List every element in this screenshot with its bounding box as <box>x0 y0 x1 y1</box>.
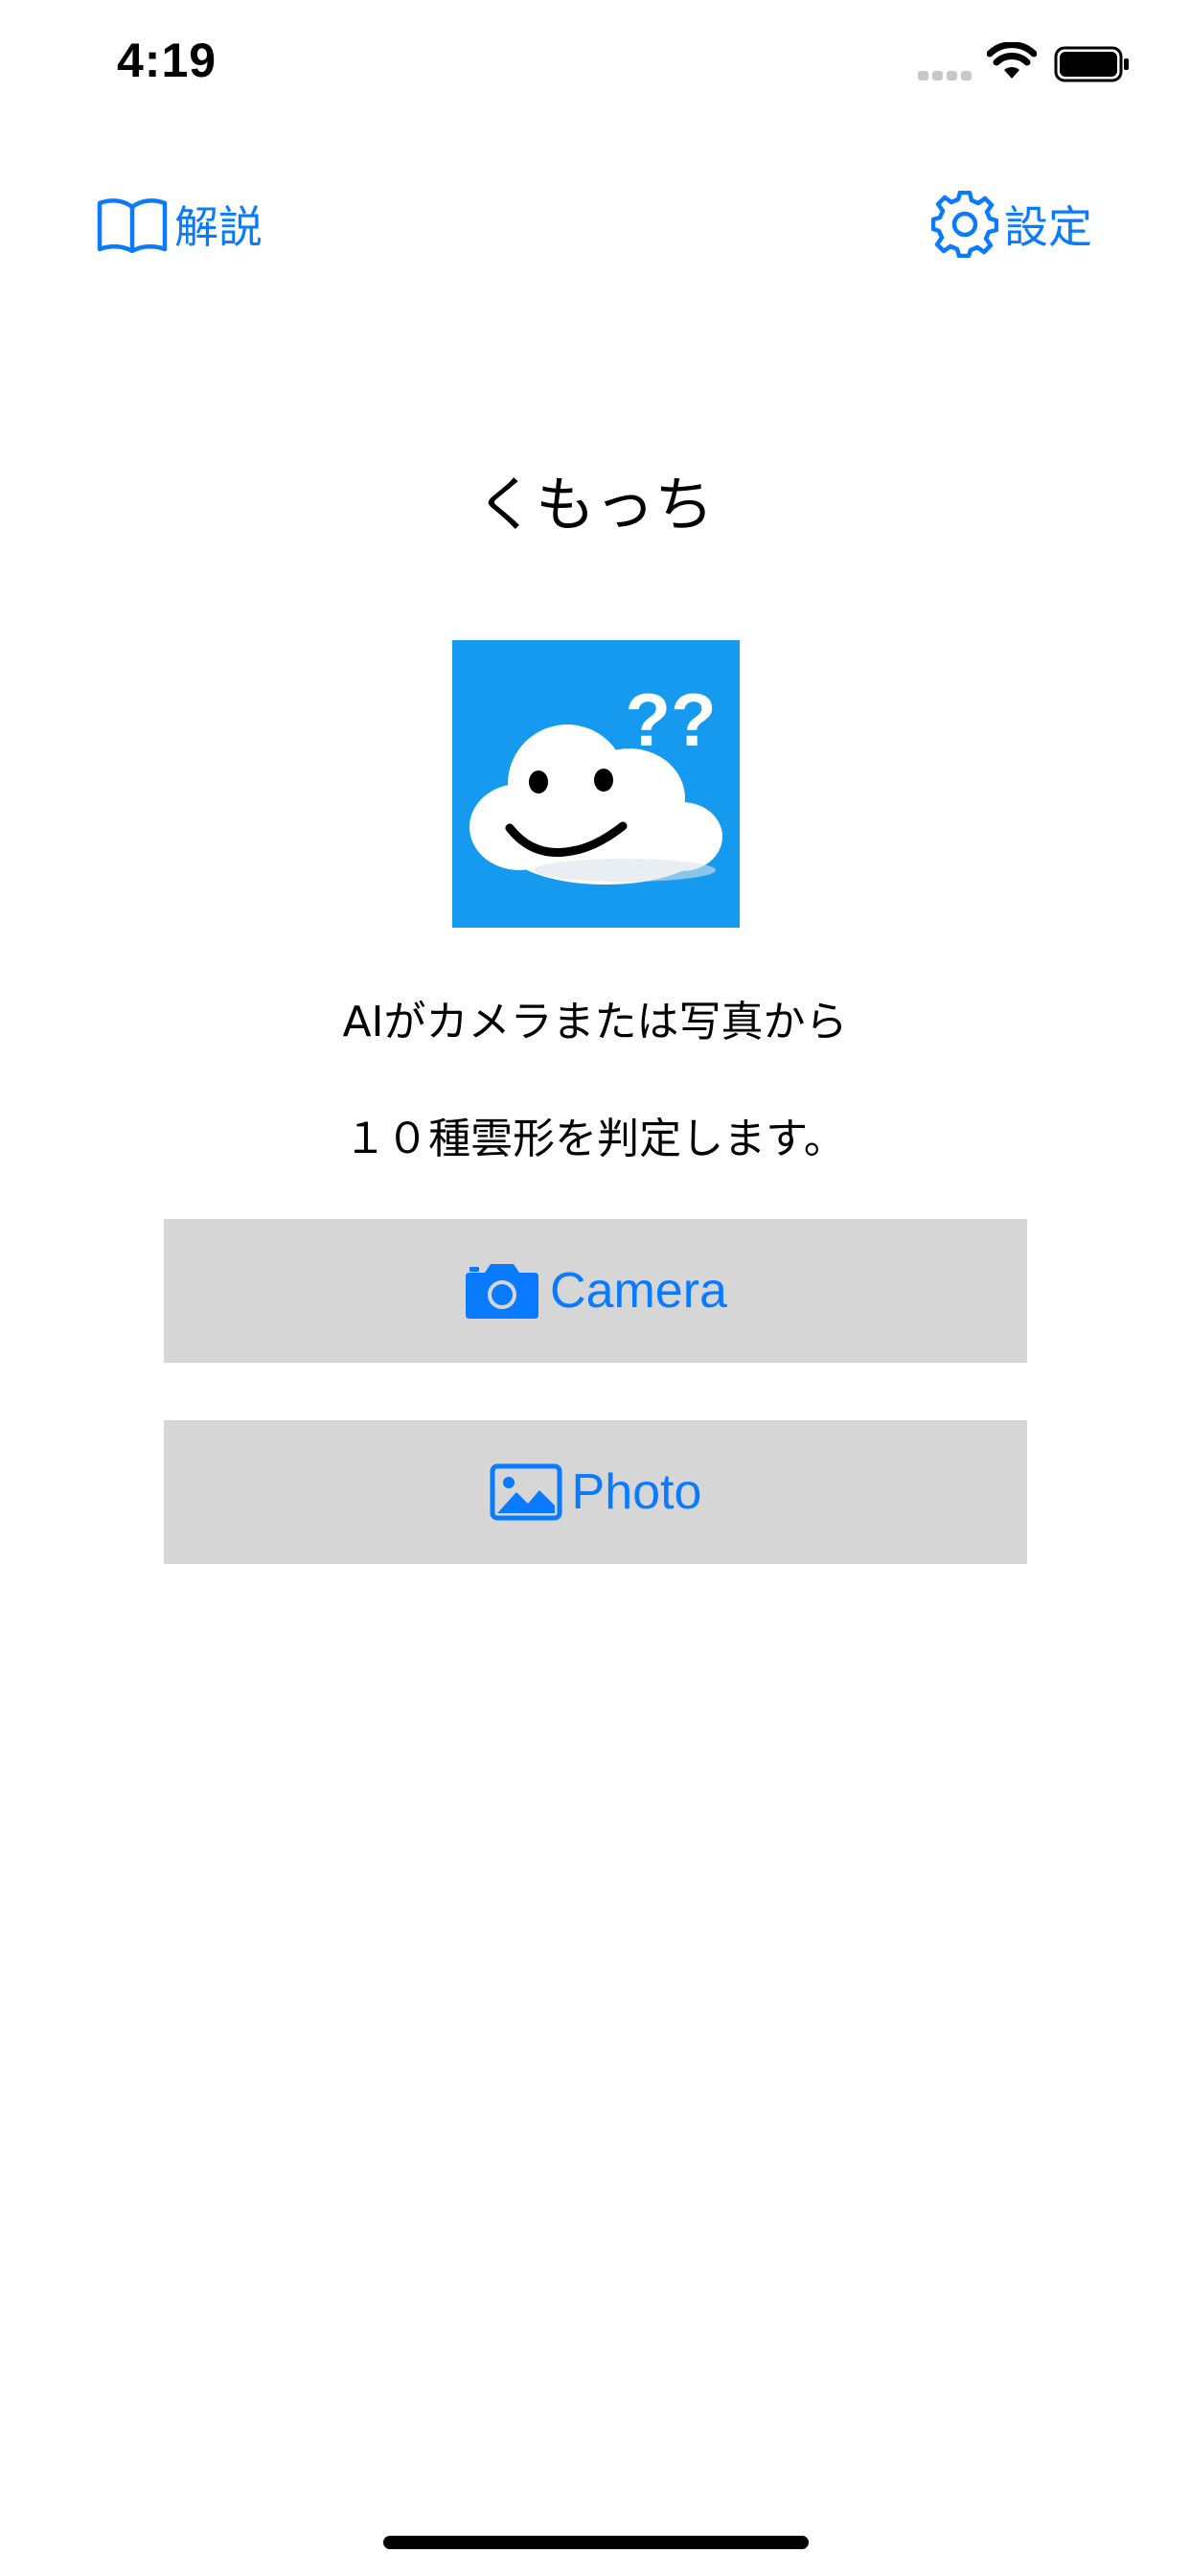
settings-label: 設定 <box>1004 201 1092 253</box>
photo-icon <box>490 1463 562 1521</box>
settings-button[interactable]: 設定 <box>931 184 1092 264</box>
photo-button[interactable]: Photo <box>164 1420 1027 1564</box>
description-line-2: １０種雲形を判定します。 <box>344 1115 846 1163</box>
camera-button[interactable]: Camera <box>164 1219 1027 1363</box>
camera-label: Camera <box>550 1263 727 1319</box>
wifi-icon <box>987 42 1037 79</box>
question-marks: ?? <box>625 678 716 762</box>
cloud-logo-image: ?? <box>452 640 740 928</box>
battery-icon <box>1054 46 1129 82</box>
cellular-signal-icon <box>918 71 972 80</box>
gear-icon <box>931 191 998 258</box>
app-title: くもっち <box>475 470 714 540</box>
camera-icon <box>466 1264 539 1319</box>
guide-label: 解説 <box>174 201 263 253</box>
home-indicator[interactable] <box>383 2536 809 2549</box>
photo-label: Photo <box>571 1464 702 1520</box>
description-line-1: AIがカメラまたは写真から <box>342 998 848 1046</box>
status-time: 4:19 <box>117 34 217 87</box>
status-bar: 4:19 <box>0 0 1190 134</box>
cloud-icon: ?? <box>469 678 722 885</box>
book-icon <box>97 198 168 254</box>
guide-button[interactable]: 解説 <box>96 184 263 264</box>
